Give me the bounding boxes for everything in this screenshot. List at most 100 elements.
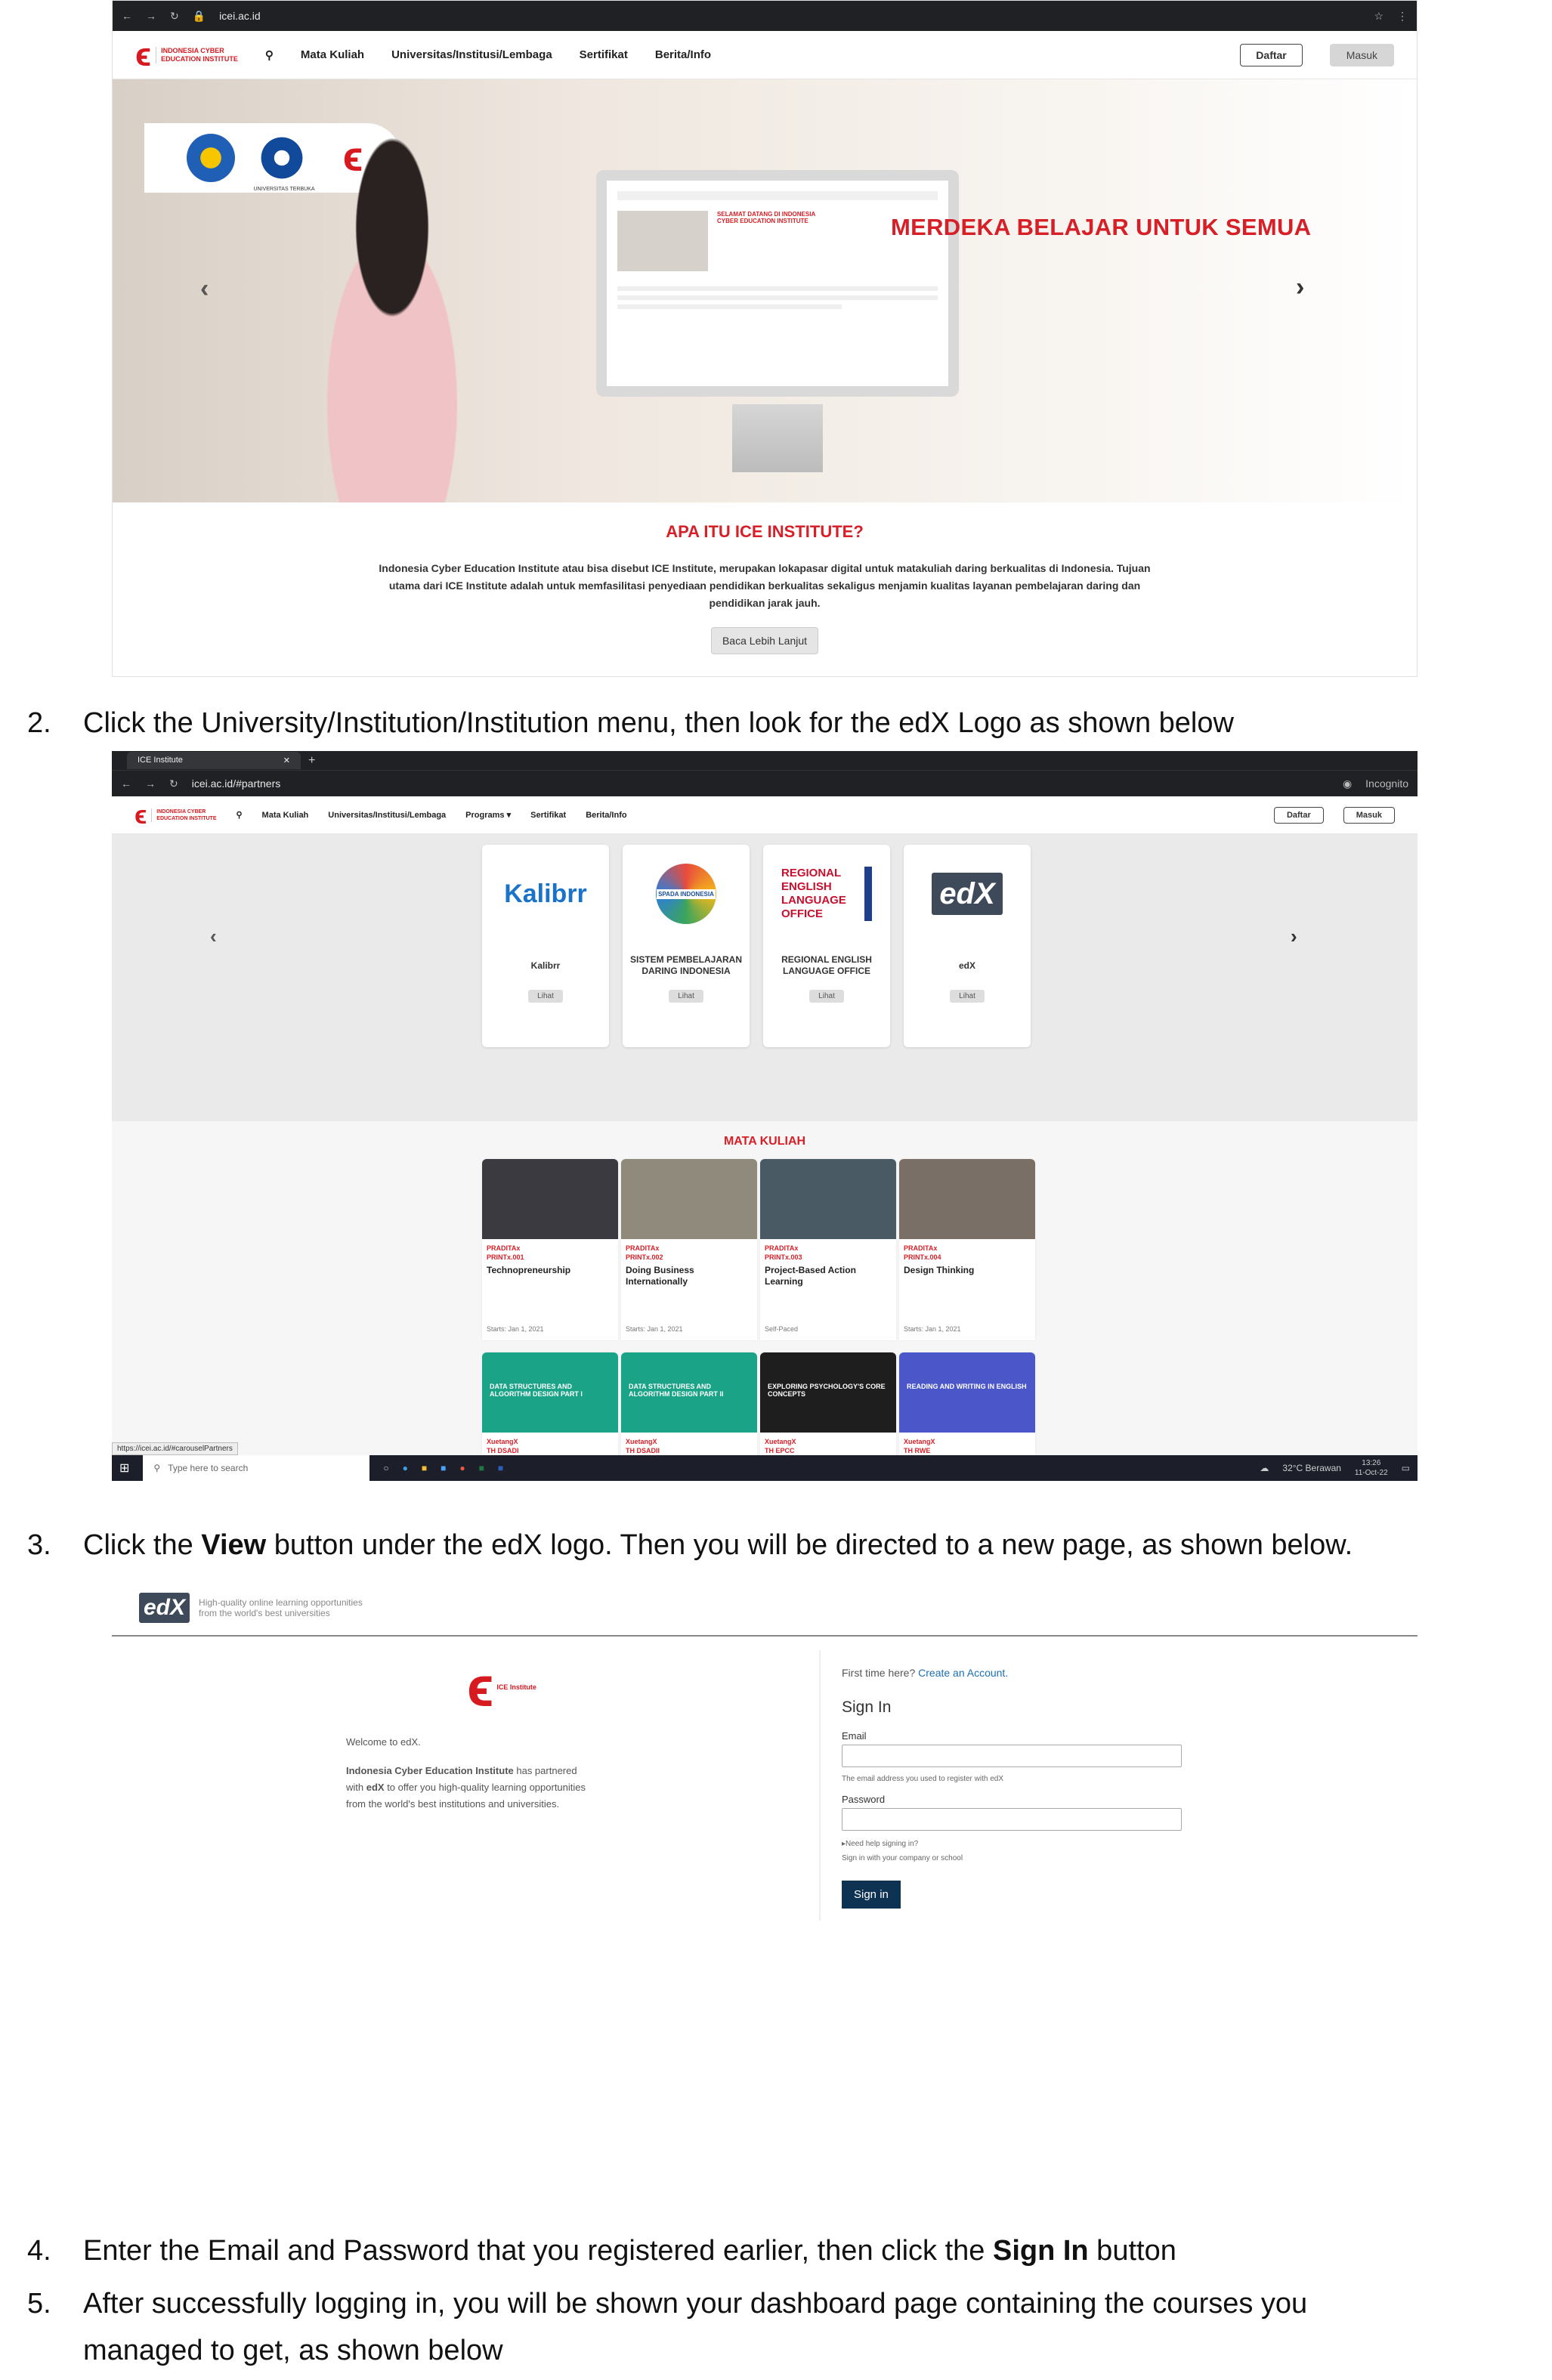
lihat-button[interactable]: Lihat (809, 990, 844, 1003)
reload-icon[interactable]: ↻ (169, 777, 178, 790)
lihat-button[interactable]: Lihat (528, 990, 563, 1003)
course-card[interactable]: PRADITAx PRINTx.001 Technopreneurship Start… (482, 1159, 618, 1340)
weather-icon: ☁ (1260, 1463, 1269, 1473)
address-bar[interactable]: icei.ac.id (219, 10, 1360, 22)
daftar-button[interactable]: Daftar (1240, 43, 1303, 66)
carousel-prev-icon[interactable]: ‹ (210, 925, 217, 948)
partner-card-kalibrr[interactable]: Kalibrr Kalibrr Lihat (482, 845, 609, 1047)
close-tab-icon[interactable]: ✕ (283, 756, 290, 765)
carousel-next-icon[interactable]: › (1291, 925, 1297, 948)
nav-programs[interactable]: Programs ▾ (465, 810, 511, 820)
nav-sertifikat[interactable]: Sertifikat (530, 811, 566, 820)
spada-logo-icon: SPADA INDONESIA (656, 864, 716, 924)
course-org: PRADITAx PRINTx.002 (626, 1244, 663, 1261)
chrome-icon[interactable]: ● (459, 1463, 465, 1473)
email-field[interactable] (842, 1745, 1182, 1767)
taskbar-search[interactable]: ⚲ Type here to search (143, 1455, 370, 1481)
course-thumbnail (621, 1159, 757, 1239)
about-title: APA ITU ICE INSTITUTE? (666, 522, 864, 541)
hero-carousel: UNIVERSITAS TERBUKA ϵ SELAMAT DATANG DI … (113, 79, 1417, 502)
instruction-step-2: 2. Click the University/Institution/Insti… (27, 707, 1234, 739)
welcome-text: Welcome to edX. (346, 1736, 421, 1748)
edx-logo[interactable]: edX (139, 1593, 190, 1623)
course-grid: PRADITAx PRINTx.001 Technopreneurship Start… (112, 1159, 1418, 1481)
star-icon[interactable]: ☆ (1374, 10, 1384, 23)
menu-icon[interactable]: ⋮ (1397, 10, 1408, 23)
course-card[interactable]: PRADITAx PRINTx.002 Doing Business Interna… (621, 1159, 757, 1340)
edge-icon[interactable]: ● (403, 1463, 408, 1473)
edx-header: edX High-quality online learning opportu… (112, 1581, 1418, 1637)
need-help-link[interactable]: ▸Need help signing in? (842, 1840, 1182, 1848)
browser-toolbar: ← → ↻ 🔒 icei.ac.id ☆ ⋮ (113, 1, 1417, 31)
course-org: PRADITAx PRINTx.003 (765, 1244, 802, 1261)
course-start: Starts: Jan 1, 2021 (626, 1325, 683, 1333)
search-icon: ⚲ (153, 1463, 161, 1473)
instruction-step-5: 5. After successfully logging in, you wil… (27, 2288, 1308, 2366)
ice-logo[interactable]: ϵ INDONESIA CYBER EDUCATION INSTITUTE (134, 802, 216, 828)
forward-icon[interactable]: → (146, 10, 156, 22)
course-start: Self-Paced (765, 1325, 799, 1333)
task-view-icon[interactable]: ○ (383, 1463, 388, 1473)
search-icon[interactable]: ⚲ (265, 48, 274, 62)
welcome-panel: ϵ ICE Institute Welcome to edX. Indonesi… (346, 1659, 815, 1813)
course-org: XuetangX TH RWE (904, 1438, 935, 1454)
partner-card-relo[interactable]: REGIONAL ENGLISH LANGUAGE OFFICE REGIONA… (763, 845, 890, 1047)
course-thumbnail: DATA STRUCTURES AND ALGORITHM DESIGN PAR… (621, 1352, 757, 1433)
course-thumbnail: DATA STRUCTURES AND ALGORITHM DESIGN PAR… (482, 1352, 618, 1433)
word-icon[interactable]: ■ (498, 1463, 503, 1473)
ice-mark-icon: ϵ (134, 800, 147, 830)
browser-tabbar: ICE Institute ✕ + (112, 751, 1418, 771)
search-icon[interactable]: ⚲ (236, 810, 242, 820)
ice-logo[interactable]: ϵ INDONESIA CYBER EDUCATION INSTITUTE (135, 38, 238, 72)
company-signin-link[interactable]: Sign in with your company or school (842, 1854, 1182, 1862)
forward-icon[interactable]: → (145, 777, 156, 790)
signin-button[interactable]: Sign in (842, 1881, 901, 1909)
nav-mata-kuliah[interactable]: Mata Kuliah (301, 48, 364, 61)
create-account-link[interactable]: Create an Account. (918, 1667, 1008, 1679)
view-edx-button[interactable]: Lihat (950, 990, 985, 1003)
nav-universitas[interactable]: Universitas/Institusi/Lembaga (391, 48, 552, 61)
site-navbar: ϵ INDONESIA CYBER EDUCATION INSTITUTE ⚲ M… (113, 31, 1417, 79)
ice-institute-logo: ϵ ICE Institute (467, 1655, 536, 1718)
browser-tab[interactable]: ICE Institute ✕ (127, 752, 301, 769)
carousel-prev-icon[interactable]: ‹ (200, 274, 209, 304)
browser-toolbar: ← → ↻ icei.ac.id/#partners ◉ Incognito (112, 771, 1418, 796)
partners-carousel: ‹ Kalibrr Kalibrr Lihat SPADA INDONESIA … (112, 834, 1418, 1121)
back-icon[interactable]: ← (122, 10, 132, 22)
back-icon[interactable]: ← (121, 777, 131, 790)
notification-icon[interactable]: ▭ (1402, 1463, 1410, 1473)
screenshot-edx-login: edX High-quality online learning opportu… (112, 1581, 1418, 1921)
course-card[interactable]: PRADITAx PRINTx.003 Project-Based Action L… (760, 1159, 896, 1340)
edx-logo: edX (932, 873, 1003, 915)
masuk-button[interactable]: Masuk (1343, 806, 1395, 824)
partner-card-spada[interactable]: SPADA INDONESIA SISTEM PEMBELAJARAN DARI… (623, 845, 750, 1047)
nav-mata-kuliah[interactable]: Mata Kuliah (262, 811, 309, 820)
course-thumbnail: EXPLORING PSYCHOLOGY'S CORE CONCEPTS (760, 1352, 896, 1433)
nav-sertifikat[interactable]: Sertifikat (580, 48, 628, 61)
lihat-button[interactable]: Lihat (669, 990, 703, 1003)
course-title: Project-Based Action Learning (765, 1265, 856, 1287)
partner-card-edx[interactable]: edX edX Lihat (904, 845, 1031, 1047)
nav-universitas[interactable]: Universitas/Institusi/Lembaga (328, 811, 446, 820)
new-tab-icon[interactable]: + (308, 754, 315, 768)
excel-icon[interactable]: ■ (479, 1463, 484, 1473)
mata-kuliah-title: MATA KULIAH (723, 1135, 806, 1148)
about-text: Indonesia Cyber Education Institute atau… (379, 562, 1151, 609)
windows-start-icon[interactable]: ⊞ (119, 1460, 129, 1476)
student-photo (279, 110, 505, 502)
masuk-button[interactable]: Masuk (1329, 43, 1394, 66)
read-more-button[interactable]: Baca Lebih Lanjut (710, 627, 819, 654)
course-card[interactable]: PRADITAx PRINTx.004 Design Thinking Starts:… (899, 1159, 1035, 1340)
address-bar[interactable]: icei.ac.id/#partners (192, 777, 1329, 790)
nav-berita[interactable]: Berita/Info (655, 48, 711, 61)
carousel-next-icon[interactable]: › (1296, 273, 1304, 302)
nav-berita[interactable]: Berita/Info (586, 811, 626, 820)
file-explorer-icon[interactable]: ■ (422, 1463, 427, 1473)
reload-icon[interactable]: ↻ (170, 10, 179, 23)
windows-taskbar: ⊞ ⚲ Type here to search ○ ● ■ ■ ● ■ ■ ☁ 3… (112, 1455, 1418, 1481)
ice-mark-icon: ϵ (467, 1655, 494, 1718)
course-thumbnail (482, 1159, 618, 1239)
password-field[interactable] (842, 1808, 1182, 1831)
daftar-button[interactable]: Daftar (1273, 806, 1324, 824)
mail-icon[interactable]: ■ (441, 1463, 446, 1473)
